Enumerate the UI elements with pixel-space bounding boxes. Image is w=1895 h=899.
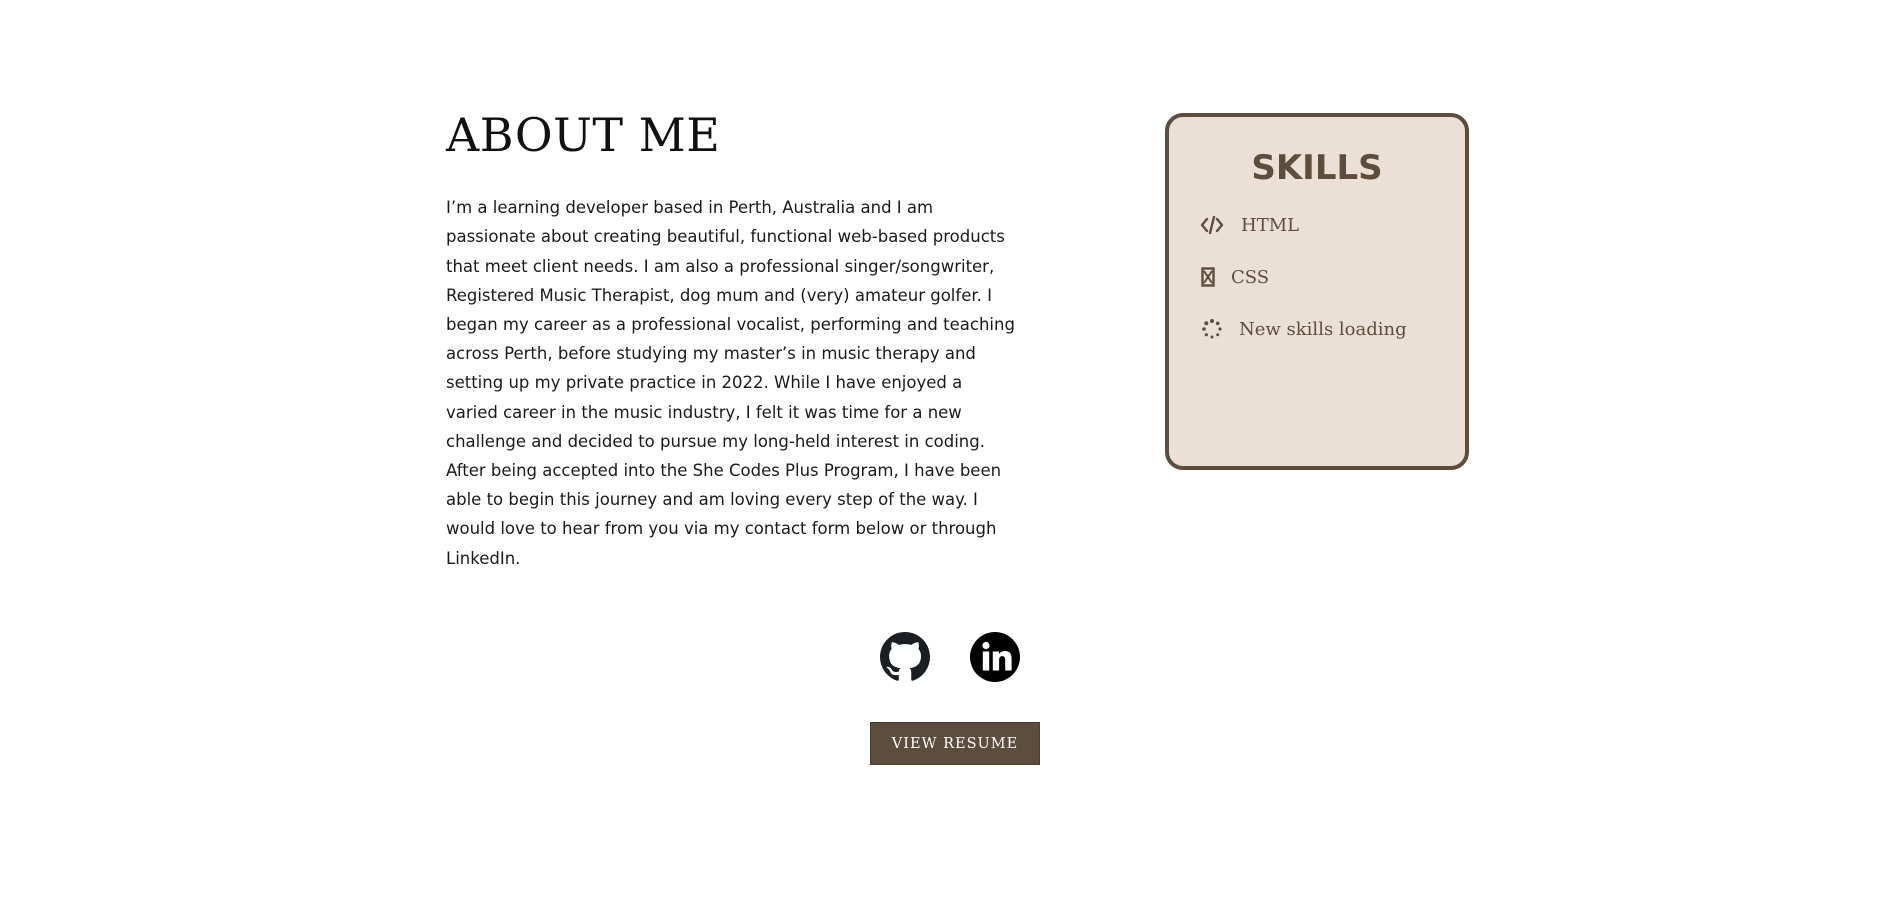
loading-icon bbox=[1199, 316, 1225, 342]
about-paragraph: I’m a learning developer based in Perth,… bbox=[446, 198, 1015, 568]
skills-card: SKILLS HTML CSS New skills loading bbox=[1165, 113, 1469, 470]
skill-label: New skills loading bbox=[1239, 318, 1407, 340]
skill-label: CSS bbox=[1231, 266, 1270, 288]
linkedin-icon bbox=[970, 632, 1020, 686]
github-link[interactable] bbox=[880, 632, 930, 682]
skill-label: HTML bbox=[1241, 214, 1300, 236]
linkedin-link[interactable] bbox=[970, 632, 1020, 682]
skill-item-html: HTML bbox=[1199, 199, 1465, 251]
view-resume-button[interactable]: VIEW RESUME bbox=[870, 722, 1040, 765]
social-links bbox=[880, 632, 1020, 682]
page-title: ABOUT ME bbox=[446, 108, 721, 162]
github-icon bbox=[880, 632, 930, 686]
about-section: ABOUT ME I’m a learning developer based … bbox=[446, 108, 1026, 573]
css-icon bbox=[1199, 264, 1217, 290]
skills-list: HTML CSS New skills loading bbox=[1169, 199, 1465, 355]
skill-item-css: CSS bbox=[1199, 251, 1465, 303]
skills-title: SKILLS bbox=[1251, 148, 1383, 188]
skill-item-new-skills: New skills loading bbox=[1199, 303, 1465, 355]
code-icon bbox=[1199, 212, 1225, 238]
